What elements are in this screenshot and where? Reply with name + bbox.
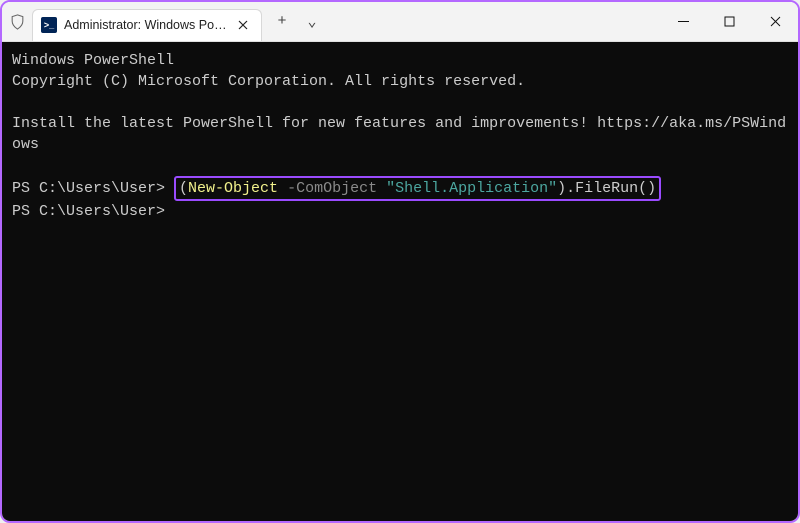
tab-close-button[interactable]: [235, 17, 251, 33]
cmd-close-paren: ): [557, 180, 566, 197]
prompt-1: PS C:\Users\User>: [12, 180, 174, 197]
cmd-param: -ComObject: [287, 180, 377, 197]
cmd-space: [377, 180, 386, 197]
maximize-button[interactable]: [706, 2, 752, 42]
cmd-space: [278, 180, 287, 197]
new-tab-button[interactable]: +: [268, 8, 296, 36]
cmd-open-paren: (: [179, 180, 188, 197]
cmd-string: "Shell.Application": [386, 180, 557, 197]
terminal-viewport[interactable]: Windows PowerShell Copyright (C) Microso…: [2, 42, 798, 521]
tab-dropdown-button[interactable]: ⌄: [298, 8, 326, 36]
close-button[interactable]: [752, 2, 798, 42]
powershell-icon: >_: [41, 17, 57, 33]
banner-line-1: Windows PowerShell: [12, 52, 174, 69]
tab-active[interactable]: >_ Administrator: Windows Powe: [32, 9, 262, 41]
highlighted-command: (New-Object -ComObject "Shell.Applicatio…: [174, 176, 661, 201]
prompt-2: PS C:\Users\User>: [12, 203, 174, 220]
install-notice: Install the latest PowerShell for new fe…: [12, 115, 786, 153]
shield-icon: [2, 14, 32, 30]
tab-title: Administrator: Windows Powe: [64, 18, 228, 32]
terminal-window: >_ Administrator: Windows Powe + ⌄ Windo…: [2, 2, 798, 521]
window-controls: [660, 2, 798, 42]
minimize-button[interactable]: [660, 2, 706, 42]
cmd-method: .FileRun(): [566, 180, 656, 197]
banner-line-2: Copyright (C) Microsoft Corporation. All…: [12, 73, 525, 90]
tab-actions: + ⌄: [262, 8, 332, 36]
cmd-cmdlet: New-Object: [188, 180, 278, 197]
titlebar[interactable]: >_ Administrator: Windows Powe + ⌄: [2, 2, 798, 42]
